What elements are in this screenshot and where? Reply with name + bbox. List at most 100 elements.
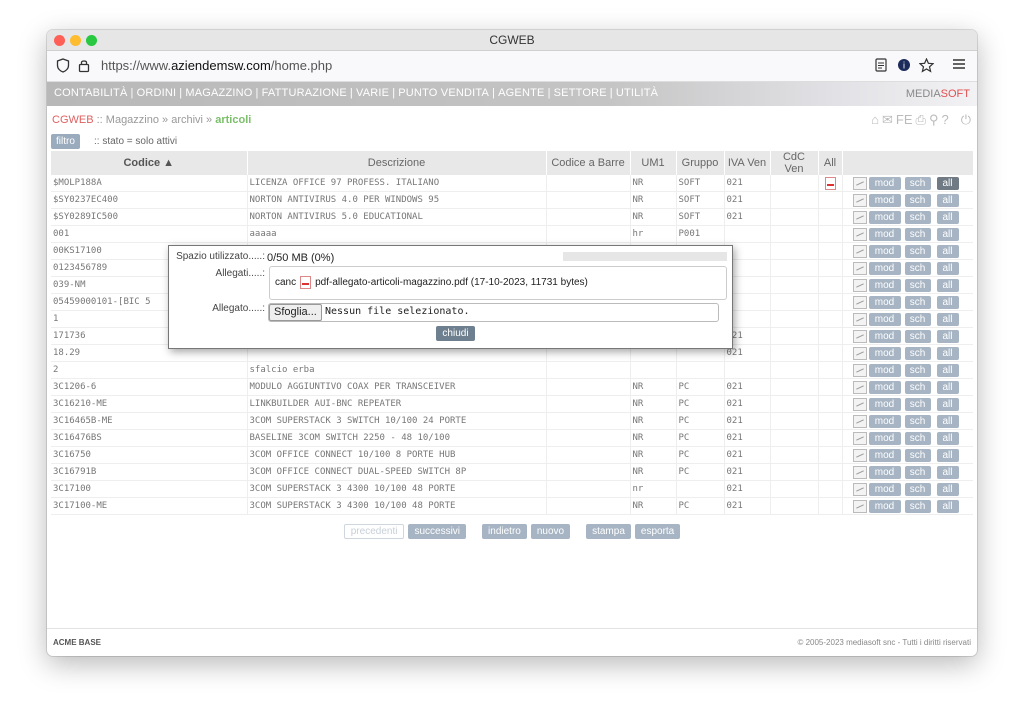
sch-button[interactable]: sch — [904, 295, 931, 309]
bookmark-star-icon[interactable] — [918, 57, 935, 77]
menu-item[interactable]: UTILITÀ — [616, 87, 658, 99]
mod-button[interactable]: mod — [868, 278, 901, 292]
table-row[interactable]: $SY0289IC500 NORTON ANTIVIRUS 5.0 EDUCATI… — [51, 208, 973, 226]
mod-button[interactable]: mod — [868, 363, 901, 377]
all-button[interactable]: all — [936, 261, 959, 275]
menu-item[interactable]: SETTORE — [554, 87, 607, 99]
next-button[interactable]: successivi — [408, 524, 467, 539]
all-button[interactable]: all — [936, 295, 959, 309]
table-row[interactable]: 3C16465B-ME 3COM SUPERSTACK 3 SWITCH 10/1… — [51, 412, 973, 430]
cancel-attachment-link[interactable]: canc — [275, 277, 296, 288]
all-button[interactable]: all — [936, 414, 959, 428]
menu-item[interactable]: FATTURAZIONE — [262, 87, 347, 99]
export-button[interactable]: esporta — [634, 524, 681, 539]
sch-button[interactable]: sch — [904, 193, 931, 207]
table-row[interactable]: 3C17100-ME 3COM SUPERSTACK 3 4300 10/100 … — [51, 497, 973, 515]
all-button[interactable]: all — [936, 193, 959, 207]
all-button[interactable]: all — [936, 346, 959, 360]
sch-button[interactable]: sch — [904, 312, 931, 326]
chart-icon[interactable] — [852, 261, 867, 275]
chart-icon[interactable] — [852, 482, 867, 496]
column-header[interactable]: Codice ▲ — [51, 151, 248, 175]
new-button[interactable]: nuovo — [530, 524, 571, 539]
shield-icon[interactable] — [56, 58, 70, 77]
url-field[interactable]: https://www.aziendemsw.com/home.php — [101, 58, 332, 74]
sch-button[interactable]: sch — [904, 278, 931, 292]
mod-button[interactable]: mod — [868, 193, 901, 207]
all-button[interactable]: all — [936, 465, 959, 479]
sch-button[interactable]: sch — [904, 465, 931, 479]
minimize-window-button[interactable] — [70, 35, 81, 46]
table-row[interactable]: $MOLP188A LICENZA OFFICE 97 PROFESS. ITAL… — [51, 175, 973, 192]
table-row[interactable]: $SY0237EC400 NORTON ANTIVIRUS 4.0 PER WIN… — [51, 191, 973, 209]
sch-button[interactable]: sch — [904, 346, 931, 360]
chart-icon[interactable] — [852, 329, 867, 343]
menu-item[interactable]: VARIE — [356, 87, 389, 99]
sch-button[interactable]: sch — [904, 227, 931, 241]
chart-icon[interactable] — [852, 380, 867, 394]
chart-icon[interactable] — [852, 397, 867, 411]
chart-icon[interactable] — [852, 346, 867, 360]
all-button[interactable]: all — [936, 363, 959, 377]
menu-item[interactable]: CONTABILITÀ — [54, 87, 128, 99]
all-button[interactable]: all — [936, 380, 959, 394]
all-button[interactable]: all — [936, 210, 959, 224]
fe-label[interactable]: FE — [896, 112, 913, 127]
all-button[interactable]: all — [936, 431, 959, 445]
zoom-window-button[interactable] — [86, 35, 97, 46]
chart-icon[interactable] — [852, 431, 867, 445]
sch-button[interactable]: sch — [904, 397, 931, 411]
menu-item[interactable]: AGENTE — [498, 87, 544, 99]
all-button[interactable]: all — [936, 312, 959, 326]
chart-icon[interactable] — [852, 363, 867, 377]
all-button[interactable]: all — [936, 448, 959, 462]
mod-button[interactable]: mod — [868, 499, 901, 513]
menu-item[interactable]: MAGAZZINO — [185, 87, 252, 99]
table-row[interactable]: 3C1206-6 MODULO AGGIUNTIVO COAX PER TRANS… — [51, 378, 973, 396]
chart-icon[interactable] — [852, 312, 867, 326]
chart-icon[interactable] — [852, 414, 867, 428]
mod-button[interactable]: mod — [868, 261, 901, 275]
chart-icon[interactable] — [852, 295, 867, 309]
file-input[interactable]: Sfoglia... Nessun file selezionato. — [268, 303, 719, 322]
chart-icon[interactable] — [852, 278, 867, 292]
mail-icon[interactable]: ✉ — [882, 112, 893, 127]
chart-icon[interactable] — [852, 448, 867, 462]
table-row[interactable]: 3C16791B 3COM OFFICE CONNECT DUAL-SPEED S… — [51, 463, 973, 481]
browse-button[interactable]: Sfoglia... — [269, 304, 322, 321]
close-window-button[interactable] — [54, 35, 65, 46]
print-icon[interactable]: ⎙ — [916, 112, 926, 127]
mod-button[interactable]: mod — [868, 397, 901, 411]
table-row[interactable]: 3C16750 3COM OFFICE CONNECT 10/100 8 PORT… — [51, 446, 973, 464]
all-button[interactable]: all — [936, 329, 959, 343]
pdf-icon[interactable] — [824, 176, 836, 190]
filter-button[interactable]: filtro — [51, 134, 80, 149]
mod-button[interactable]: mod — [868, 295, 901, 309]
sch-button[interactable]: sch — [904, 176, 931, 190]
chart-icon[interactable] — [852, 176, 867, 190]
breadcrumb-cg[interactable]: CG — [52, 114, 69, 126]
chart-icon[interactable] — [852, 210, 867, 224]
breadcrumb-web[interactable]: WEB — [69, 114, 94, 126]
menu-item[interactable]: PUNTO VENDITA — [398, 87, 489, 99]
mod-button[interactable]: mod — [868, 227, 901, 241]
mod-button[interactable]: mod — [868, 210, 901, 224]
mod-button[interactable]: mod — [868, 465, 901, 479]
sch-button[interactable]: sch — [904, 380, 931, 394]
sch-button[interactable]: sch — [904, 414, 931, 428]
mod-button[interactable]: mod — [868, 431, 901, 445]
reader-view-icon[interactable] — [875, 58, 887, 76]
home-icon[interactable]: ⌂ — [871, 112, 879, 127]
mod-button[interactable]: mod — [868, 176, 901, 190]
sch-button[interactable]: sch — [904, 363, 931, 377]
chart-icon[interactable] — [852, 193, 867, 207]
chart-icon[interactable] — [852, 499, 867, 513]
all-button[interactable]: all — [936, 482, 959, 496]
sch-button[interactable]: sch — [904, 431, 931, 445]
table-row[interactable]: 001 aaaaa hr P001 mod sch all — [51, 225, 973, 243]
close-dialog-button[interactable]: chiudi — [436, 326, 475, 341]
all-button[interactable]: all — [936, 227, 959, 241]
sch-button[interactable]: sch — [904, 329, 931, 343]
sch-button[interactable]: sch — [904, 499, 931, 513]
mod-button[interactable]: mod — [868, 346, 901, 360]
